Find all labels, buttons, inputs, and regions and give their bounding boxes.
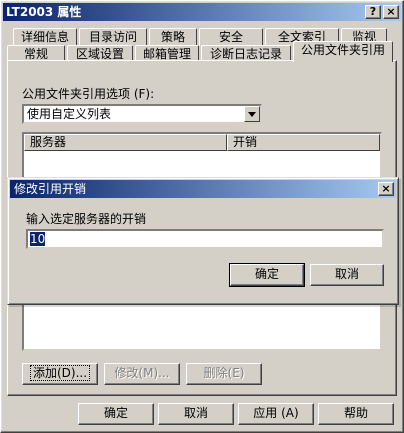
column-header-server[interactable]: 服务器 [24, 134, 227, 151]
dialog-cancel-button[interactable]: 取消 [310, 264, 384, 286]
tab-directory-access[interactable]: 目录访问 [79, 28, 147, 46]
tab-security[interactable]: 安全 [199, 28, 263, 46]
ok-button[interactable]: 确定 [78, 403, 154, 425]
help-button[interactable]: ? [365, 5, 381, 19]
tab-public-folder-referrals[interactable]: 公用文件夹引用 [293, 41, 393, 62]
column-header-cost[interactable]: 开销 [227, 134, 380, 151]
close-icon[interactable]: × [378, 182, 394, 196]
help-footer-button[interactable]: 帮助 [318, 403, 394, 425]
referral-options-select[interactable]: 使用自定义列表 [22, 104, 262, 124]
referral-options-label: 公用文件夹引用选项 (F): [22, 87, 155, 101]
title-bar: LT2003 属性 ? × [3, 3, 401, 21]
dialog-title: 修改引用开销 [14, 182, 87, 196]
window-title: LT2003 属性 [6, 5, 82, 19]
tab-details[interactable]: 详细信息 [13, 28, 77, 46]
add-button[interactable]: 添加(D)... [22, 363, 98, 385]
apply-button[interactable]: 应用 (A) [238, 403, 314, 425]
dialog-ok-button[interactable]: 确定 [229, 263, 305, 287]
delete-button[interactable]: 删除(E) [186, 363, 262, 385]
cost-input-value: 10 [30, 232, 46, 246]
tab-policies[interactable]: 策略 [149, 28, 197, 46]
modify-cost-dialog: 修改引用开销 × 输入选定服务器的开销 10 确定 取消 [7, 177, 399, 305]
chevron-down-icon[interactable] [244, 106, 260, 122]
close-icon[interactable]: × [383, 5, 399, 19]
add-button-label: 添加(D)... [29, 365, 91, 381]
dialog-title-bar: 修改引用开销 × [10, 180, 396, 198]
cancel-button[interactable]: 取消 [158, 403, 234, 425]
modify-button[interactable]: 修改(M)... [104, 363, 180, 385]
cost-input[interactable]: 10 [26, 229, 384, 249]
referral-options-value: 使用自定义列表 [27, 107, 112, 121]
cost-prompt-label: 输入选定服务器的开销 [26, 212, 147, 226]
